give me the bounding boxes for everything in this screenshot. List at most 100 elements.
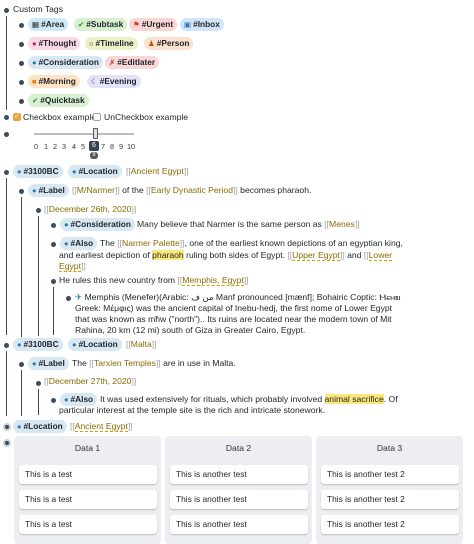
slider-tick[interactable]: 1 — [44, 142, 48, 151]
tag-label[interactable]: ● #Label — [28, 184, 69, 197]
page-ref-tarxien[interactable]: Tarxien Temples — [94, 358, 156, 368]
slider-tick[interactable]: 7 — [101, 142, 105, 151]
tag-quicktask[interactable]: ✔ #Quicktask — [28, 94, 89, 107]
slider-handle[interactable] — [93, 128, 98, 139]
page-ref-ancient-egypt[interactable]: [[Ancient Egypt]] — [70, 421, 133, 432]
kanban-card[interactable]: This is another test — [170, 490, 308, 509]
tag-date[interactable]: ● #3100BC — [13, 165, 63, 178]
page-ref-ancient-egypt[interactable]: [[Ancient Egypt]] — [126, 166, 189, 177]
tag-location[interactable]: ● #Location — [13, 420, 67, 433]
outline-bullet[interactable] — [19, 61, 24, 66]
date-ref[interactable]: [[December 26th, 2020]] — [44, 204, 136, 215]
outline-bullet[interactable] — [19, 42, 24, 47]
tag-editlater[interactable]: ✗ #Editlater — [105, 56, 160, 69]
kanban-card[interactable]: This is another test 2 — [321, 490, 459, 509]
tag-urgent[interactable]: ⚑ #Urgent — [129, 18, 178, 31]
outline-bullet[interactable] — [19, 80, 24, 85]
slider-tick[interactable]: 3 — [62, 142, 66, 151]
slider-tick[interactable]: 10 — [127, 142, 135, 151]
slider-tick[interactable]: 9 — [119, 142, 123, 151]
kanban-card[interactable]: This is another test 2 — [321, 515, 459, 534]
kanban-card[interactable]: This is a test — [19, 465, 157, 484]
slider-tick-selected[interactable]: 6 — [89, 141, 99, 151]
kanban-card[interactable]: This is another test — [170, 465, 308, 484]
date-ref[interactable]: [[December 27th, 2020]] — [44, 376, 136, 387]
droplet-icon: ● — [32, 58, 37, 67]
check-icon: ✔ — [32, 96, 39, 105]
slider-tick[interactable]: 8 — [110, 142, 114, 151]
globe-icon: ● — [64, 239, 69, 248]
tag-timeline[interactable]: ○ #Timeline — [85, 37, 138, 50]
outline-bullet[interactable] — [51, 223, 56, 228]
tag-also[interactable]: ● #Also — [60, 237, 98, 250]
tag-label[interactable]: ● #Label — [28, 357, 69, 370]
block1-label-line: [[M/Narmer]] of the [[Early Dynastic Per… — [72, 185, 312, 195]
kanban-card[interactable]: This is another test — [170, 515, 308, 534]
tag-person[interactable]: ♟ #Person — [144, 37, 194, 50]
globe-icon: ● — [17, 340, 22, 349]
block2-label-line: The [[Tarxien Temples]] are in use in Ma… — [72, 358, 236, 368]
globe-icon: ● — [17, 422, 22, 431]
outline-bullet[interactable] — [4, 170, 9, 175]
memphis-line3: that was known as mħw ("north").. Its ru… — [75, 314, 392, 324]
tag-area[interactable]: ▦ #Area — [28, 18, 69, 31]
outline-bullet[interactable] — [4, 8, 9, 13]
tag-date[interactable]: ● #3100BC — [13, 338, 63, 351]
page-ref-memphis[interactable]: Memphis, Egypt — [182, 275, 244, 286]
tag-inbox[interactable]: ▣ #Inbox — [180, 18, 224, 31]
slider-track[interactable] — [34, 133, 134, 135]
outline-bullet[interactable] — [36, 381, 41, 386]
outline-bullet[interactable] — [19, 23, 24, 28]
page-ref-early-dynastic[interactable]: Early Dynastic Period — [151, 185, 233, 195]
slider-tick[interactable]: 4 — [72, 142, 76, 151]
tag-location[interactable]: ● #Location — [68, 338, 122, 351]
checkbox-checked[interactable]: ✓ — [13, 113, 21, 121]
page-ref-narmer-palette[interactable]: Narmer Palette — [122, 238, 180, 248]
collapsed-bullet[interactable] — [3, 439, 11, 447]
page-ref-upper-egypt[interactable]: Upper Egypt — [292, 250, 340, 261]
kanban-card[interactable]: This is a test — [19, 515, 157, 534]
outline-bullet[interactable] — [4, 343, 9, 348]
tag-evening[interactable]: ☾ #Evening — [87, 75, 141, 88]
tag-thought[interactable]: ● #Thought — [28, 37, 81, 50]
outline-bullet[interactable] — [19, 362, 24, 367]
outline-bullet[interactable] — [19, 99, 24, 104]
outline-bullet[interactable] — [4, 115, 9, 120]
tag-consideration[interactable]: ● #Consideration — [60, 218, 135, 231]
outline-bullet[interactable] — [66, 296, 71, 301]
page-ref-narmer[interactable]: M/Narmer — [77, 185, 115, 195]
also-text-line2: and earliest depiction of pharaoh ruling… — [59, 250, 393, 261]
slider-tick[interactable]: 5 — [81, 142, 85, 151]
indent-guide — [21, 197, 22, 337]
indent-guide — [53, 287, 54, 335]
slider-tick[interactable]: 0 — [34, 142, 38, 151]
outline-bullet[interactable] — [51, 242, 56, 247]
page-ref-lower-egypt[interactable]: Lower — [368, 250, 393, 261]
collapsed-bullet[interactable] — [3, 423, 11, 431]
tag-consideration[interactable]: ● #Consideration — [28, 56, 103, 69]
indent-guide — [38, 389, 39, 415]
outline-bullet[interactable] — [36, 208, 41, 213]
outline-bullet[interactable] — [4, 132, 9, 137]
checkbox-unchecked[interactable] — [93, 113, 101, 121]
check-icon: ✔ — [78, 20, 85, 29]
outline-bullet[interactable] — [51, 398, 56, 403]
plane-icon: ✈ — [75, 292, 83, 302]
flag-icon: ⚑ — [133, 20, 140, 29]
kanban-card[interactable]: This is another test 2 — [321, 465, 459, 484]
checkbox-label: Checkbox example — [23, 112, 97, 122]
page-ref-malta[interactable]: [[Malta]] — [126, 339, 157, 350]
tag-location[interactable]: ● #Location — [68, 165, 122, 178]
slider-tick[interactable]: 2 — [53, 142, 57, 151]
globe-icon: ● — [32, 359, 37, 368]
tag-subtask[interactable]: ✔ #Subtask — [74, 18, 128, 31]
kanban-card[interactable]: This is a test — [19, 490, 157, 509]
hourglass-icon: ○ — [89, 39, 94, 48]
consideration-text: Many believe that Narmer is the same per… — [137, 219, 360, 229]
globe-icon: ● — [72, 167, 77, 176]
tag-morning[interactable]: ■ #Morning — [28, 75, 80, 88]
outline-bullet[interactable] — [51, 279, 56, 284]
page-ref-menes[interactable]: Menes — [329, 219, 355, 229]
also-text-line3: Egypt]] — [59, 261, 86, 272]
outline-bullet[interactable] — [19, 189, 24, 194]
